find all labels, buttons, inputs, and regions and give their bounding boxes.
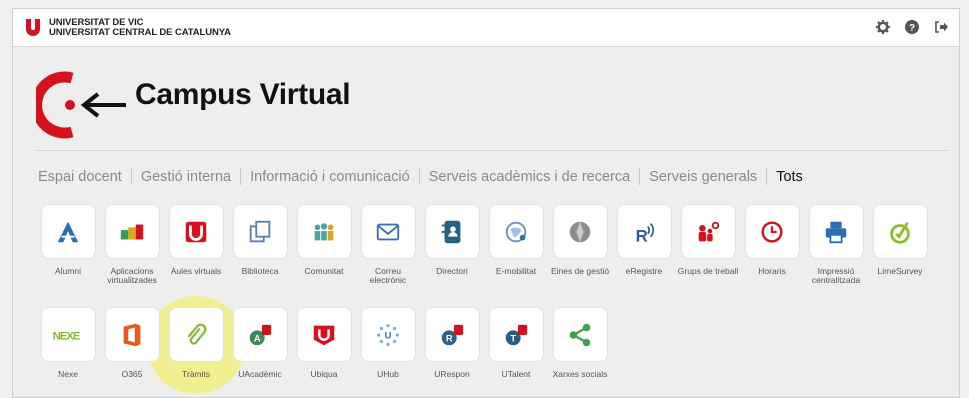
menu-item-0[interactable]: Espai docent bbox=[38, 169, 122, 185]
app-label[interactable]: Aplicacions virtualitzades bbox=[100, 267, 164, 285]
nexe-icon[interactable]: NEXE bbox=[41, 308, 95, 361]
app-label[interactable]: UTalent bbox=[484, 370, 548, 379]
app-label[interactable]: Correu electrònic bbox=[356, 267, 420, 285]
svg-text:R: R bbox=[636, 226, 648, 245]
aules-icon[interactable] bbox=[169, 205, 223, 258]
app-label[interactable]: O365 bbox=[100, 370, 164, 379]
gear-icon[interactable] bbox=[875, 19, 891, 35]
app-label[interactable]: Horaris bbox=[740, 267, 804, 276]
logout-icon[interactable] bbox=[933, 19, 949, 35]
org-name: UNIVERSITAT DE VIC UNIVERSITAT CENTRAL D… bbox=[49, 18, 231, 38]
app-tile[interactable]: E-mobilitat bbox=[484, 205, 548, 276]
app-label[interactable]: Biblioteca bbox=[228, 267, 292, 276]
paperclip-icon[interactable] bbox=[169, 308, 223, 361]
app-tile[interactable]: Grups de treball bbox=[676, 205, 740, 276]
urespon-icon[interactable]: R bbox=[425, 308, 479, 361]
app-label[interactable]: Nexe bbox=[36, 370, 100, 379]
menu-separator bbox=[130, 168, 132, 185]
help-icon[interactable]: ? bbox=[904, 19, 920, 35]
app-tile[interactable]: Impressió centralitzada bbox=[804, 205, 868, 285]
app-tile[interactable]: Correu electrònic bbox=[356, 205, 420, 285]
app-tile[interactable]: Eines de gestió bbox=[548, 205, 612, 276]
directory-icon[interactable] bbox=[425, 205, 479, 258]
uhub-icon[interactable]: U bbox=[361, 308, 415, 361]
menu-item-4[interactable]: Serveis generals bbox=[649, 169, 757, 185]
office-icon[interactable] bbox=[105, 308, 159, 361]
menu-separator bbox=[639, 168, 641, 185]
uvic-logo-icon bbox=[26, 19, 40, 36]
printer-icon[interactable] bbox=[809, 205, 863, 258]
org-line-2: UNIVERSITAT CENTRAL DE CATALUNYA bbox=[49, 27, 231, 38]
menu-separator bbox=[240, 168, 242, 185]
app-label[interactable]: Directori bbox=[420, 267, 484, 276]
library-icon[interactable] bbox=[233, 205, 287, 258]
app-label[interactable]: Impressió centralitzada bbox=[804, 267, 868, 285]
utalent-icon[interactable]: T bbox=[489, 308, 543, 361]
divider bbox=[36, 150, 948, 151]
app-tile[interactable]: NEXE Nexe bbox=[36, 308, 100, 379]
share-icon[interactable] bbox=[553, 308, 607, 361]
svg-text:U: U bbox=[385, 330, 392, 340]
app-tile[interactable]: ReRegistre bbox=[612, 205, 676, 276]
app-label[interactable]: Comunitat bbox=[292, 267, 356, 276]
app-label[interactable]: URespon bbox=[420, 370, 484, 379]
clock-icon[interactable] bbox=[745, 205, 799, 258]
app-tile[interactable]: Comunitat bbox=[292, 205, 356, 276]
app-tile[interactable]: Directori bbox=[420, 205, 484, 276]
menu-item-3[interactable]: Serveis acadèmics i de recerca bbox=[429, 169, 630, 185]
app-label[interactable]: eRegistre bbox=[612, 267, 676, 276]
page-title: Campus Virtual bbox=[135, 78, 351, 111]
ubiqua-icon[interactable] bbox=[297, 308, 351, 361]
app-tile[interactable]: LimeSurvey bbox=[868, 205, 932, 276]
app-label[interactable]: Aules virtuals bbox=[164, 267, 228, 276]
menu-separator bbox=[418, 168, 420, 185]
menu-item-1[interactable]: Gestió interna bbox=[141, 169, 231, 185]
alumni-icon[interactable] bbox=[41, 205, 95, 258]
app-label[interactable]: Grups de treball bbox=[676, 267, 740, 276]
app-label[interactable]: Eines de gestió bbox=[548, 267, 612, 276]
app-tile[interactable]: Biblioteca bbox=[228, 205, 292, 276]
app-tile[interactable]: A UAcadèmic bbox=[228, 308, 292, 379]
svg-text:NEXE: NEXE bbox=[53, 330, 80, 342]
app-label[interactable]: UHub bbox=[356, 370, 420, 379]
app-label[interactable]: E-mobilitat bbox=[484, 267, 548, 276]
svg-text:R: R bbox=[446, 333, 453, 343]
app-label[interactable]: Ubiqua bbox=[292, 370, 356, 379]
app-tile[interactable]: Aplicacions virtualitzades bbox=[100, 205, 164, 285]
top-bar: UNIVERSITAT DE VIC UNIVERSITAT CENTRAL D… bbox=[13, 9, 959, 47]
category-menu: Espai docent Gestió interna Informació i c… bbox=[38, 168, 803, 185]
workgroups-icon[interactable] bbox=[681, 205, 735, 258]
mobility-icon[interactable] bbox=[489, 205, 543, 258]
app-label[interactable]: LimeSurvey bbox=[868, 267, 932, 276]
menu-item-5[interactable]: Tots bbox=[776, 169, 803, 185]
uacademic-icon[interactable]: A bbox=[233, 308, 287, 361]
app-tile[interactable]: Aules virtuals bbox=[164, 205, 228, 276]
top-actions: ? bbox=[875, 19, 949, 35]
app-label[interactable]: UAcadèmic bbox=[228, 370, 292, 379]
app-label[interactable]: Tràmits bbox=[164, 370, 228, 379]
community-icon[interactable] bbox=[297, 205, 351, 258]
menu-separator bbox=[766, 168, 768, 185]
tools-icon[interactable] bbox=[553, 205, 607, 258]
app-tile[interactable]: Ubiqua bbox=[292, 308, 356, 379]
app-tile[interactable]: Tràmits bbox=[164, 308, 228, 379]
apps-icon[interactable] bbox=[105, 205, 159, 258]
svg-text:T: T bbox=[510, 333, 516, 343]
app-tile[interactable]: Xarxes socials bbox=[548, 308, 612, 379]
eregistre-icon[interactable]: R bbox=[617, 205, 671, 258]
app-label[interactable]: Alumni bbox=[36, 267, 100, 276]
app-tile[interactable]: O365 bbox=[100, 308, 164, 379]
app-tile[interactable]: Horaris bbox=[740, 205, 804, 276]
mail-icon[interactable] bbox=[361, 205, 415, 258]
menu-item-2[interactable]: Informació i comunicació bbox=[250, 169, 410, 185]
campus-virtual-logo-icon bbox=[36, 71, 126, 139]
limesurvey-icon[interactable] bbox=[873, 205, 927, 258]
app-tile[interactable]: T UTalent bbox=[484, 308, 548, 379]
app-tile[interactable]: U UHub bbox=[356, 308, 420, 379]
svg-text:?: ? bbox=[909, 23, 915, 34]
app-tile[interactable]: R URespon bbox=[420, 308, 484, 379]
app-tile[interactable]: Alumni bbox=[36, 205, 100, 276]
app-label[interactable]: Xarxes socials bbox=[548, 370, 612, 379]
svg-text:A: A bbox=[254, 333, 261, 343]
